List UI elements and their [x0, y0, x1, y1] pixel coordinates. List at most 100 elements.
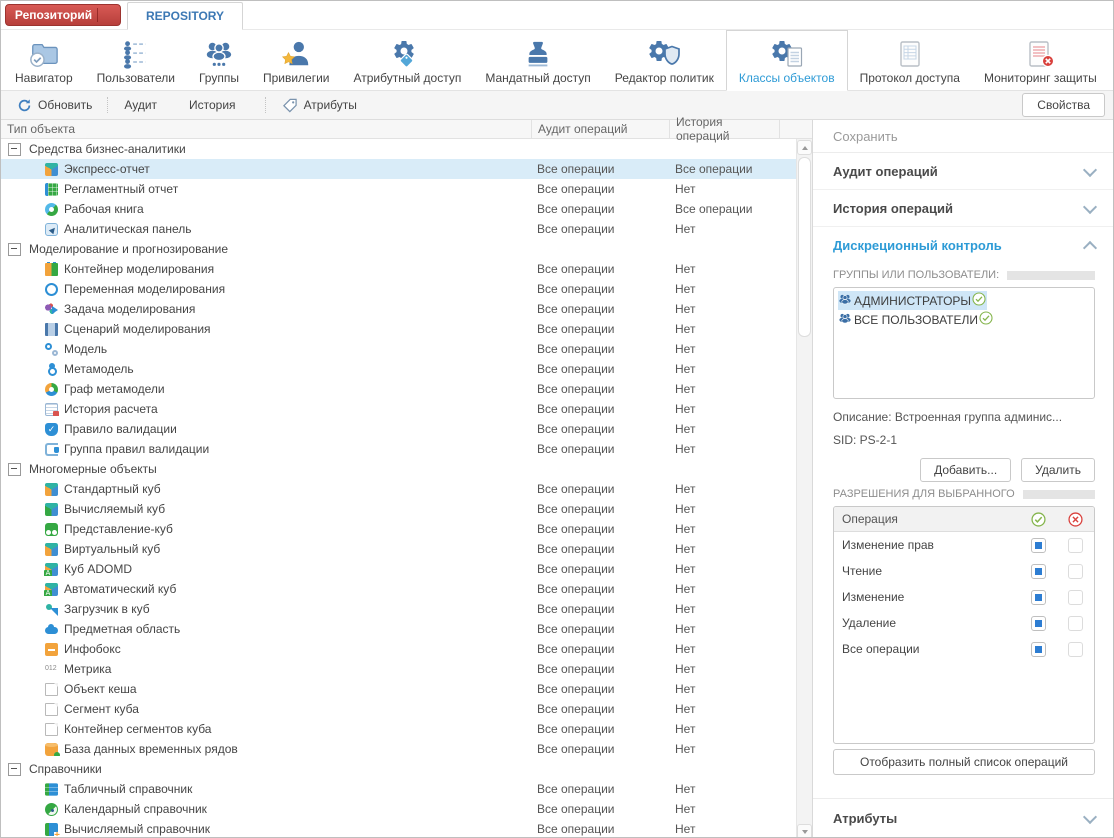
allow-checkbox[interactable] [1031, 590, 1046, 605]
scroll-down-button[interactable] [797, 824, 812, 838]
ribbon-item-label: Протокол доступа [860, 71, 960, 85]
deny-checkbox[interactable] [1068, 564, 1083, 579]
tree-category-row[interactable]: Средства бизнес-аналитики [1, 139, 796, 159]
group-list-item[interactable]: ВСЕ ПОЛЬЗОВАТЕЛИ [838, 310, 994, 329]
ribbon-item-label: Мониторинг защиты [984, 71, 1097, 85]
tree-item-row[interactable]: Табличный справочникВсе операцииНет [1, 779, 796, 799]
allow-checkbox[interactable] [1031, 616, 1046, 631]
tree-item-row[interactable]: МетамодельВсе операцииНет [1, 359, 796, 379]
ribbon-item-policy-editor[interactable]: Редактор политик [603, 30, 726, 90]
ribbon-item-privileges[interactable]: Привилегии [251, 30, 342, 90]
tree-item-row[interactable]: История расчетаВсе операцииНет [1, 399, 796, 419]
tree-item-row[interactable]: Контейнер сегментов кубаВсе операцииНет [1, 719, 796, 739]
workbook-icon [45, 203, 58, 216]
collapse-toggle[interactable] [8, 463, 21, 476]
allow-checkbox[interactable] [1031, 538, 1046, 553]
group-name: АДМИНИСТРАТОРЫ [854, 294, 971, 308]
deny-checkbox[interactable] [1068, 538, 1083, 553]
tree-item-row[interactable]: Куб ADOMDВсе операцииНет [1, 559, 796, 579]
tree-item-row[interactable]: Контейнер моделированияВсе операцииНет [1, 259, 796, 279]
mandatory-access-icon [519, 39, 557, 69]
tree-item-row[interactable]: Виртуальный кубВсе операцииНет [1, 539, 796, 559]
tree-item-row[interactable]: Загрузчик в кубВсе операцииНет [1, 599, 796, 619]
audit-dropdown[interactable]: Аудит [116, 95, 179, 115]
ribbon-item-mandatory-access[interactable]: Мандатный доступ [473, 30, 602, 90]
deny-checkbox[interactable] [1068, 642, 1083, 657]
collapse-toggle[interactable] [8, 763, 21, 776]
tree-item-row[interactable]: База данных временных рядовВсе операцииН… [1, 739, 796, 759]
tree-item-row[interactable]: ИнфобоксВсе операцииНет [1, 639, 796, 659]
repository-menu-button[interactable]: Репозиторий [5, 4, 121, 26]
history-dropdown[interactable]: История [181, 95, 258, 115]
scrollbar-thumb[interactable] [798, 157, 811, 337]
ribbon-item-security-monitoring[interactable]: Мониторинг защиты [972, 30, 1109, 90]
show-full-operation-list-button[interactable]: Отобразить полный список операций [833, 749, 1095, 775]
tree-category-row[interactable]: Моделирование и прогнозирование [1, 239, 796, 259]
properties-button[interactable]: Свойства [1022, 93, 1105, 117]
section-audit-operations[interactable]: Аудит операций [813, 153, 1113, 190]
column-menu-button[interactable] [779, 120, 796, 138]
tree-item-row[interactable]: Вычисляемый кубВсе операцииНет [1, 499, 796, 519]
refresh-button[interactable]: Обновить [9, 95, 100, 116]
tree-item-row[interactable]: Календарный справочникВсе операцииНет [1, 799, 796, 819]
cell-audit-operations: Все операции [531, 542, 669, 556]
metamodel-graph-icon [45, 383, 58, 396]
collapse-toggle[interactable] [8, 143, 21, 156]
tree-item-row[interactable]: Вычисляемый справочникВсе операцииНет [1, 819, 796, 838]
section-attributes[interactable]: Атрибуты [813, 798, 1113, 838]
groups-listbox[interactable]: АДМИНИСТРАТОРЫ ВСЕ ПОЛЬЗОВАТЕЛИ [833, 287, 1095, 399]
ribbon-item-attribute-access[interactable]: Атрибутный доступ [342, 30, 474, 90]
tree-item-row[interactable]: Переменная моделированияВсе операцииНет [1, 279, 796, 299]
deny-checkbox[interactable] [1068, 590, 1083, 605]
tree-item-row[interactable]: Сегмент кубаВсе операцииНет [1, 699, 796, 719]
column-header-history[interactable]: История операций [669, 120, 779, 138]
attributes-button[interactable]: Атрибуты [274, 95, 365, 116]
group-list-item[interactable]: АДМИНИСТРАТОРЫ [838, 291, 987, 310]
ribbon-item-service[interactable]: Сервис [1109, 30, 1114, 90]
tree-item-row[interactable]: Граф метамоделиВсе операцииНет [1, 379, 796, 399]
permission-row: Изменение [834, 584, 1094, 610]
tree-item-row[interactable]: Предметная областьВсе операцииНет [1, 619, 796, 639]
tree-item-row[interactable]: Объект кешаВсе операцииНет [1, 679, 796, 699]
tree-item-row[interactable]: Сценарий моделированияВсе операцииНет [1, 319, 796, 339]
collapse-toggle[interactable] [8, 243, 21, 256]
tree-item-row[interactable]: Автоматический кубВсе операцииНет [1, 579, 796, 599]
allow-checkbox[interactable] [1031, 564, 1046, 579]
ribbon-item-object-classes[interactable]: Классы объектов [726, 30, 848, 91]
column-header-type[interactable]: Тип объекта [1, 120, 531, 138]
deny-checkbox[interactable] [1068, 616, 1083, 631]
ribbon-item-label: Группы [199, 71, 239, 85]
tree-item-row[interactable]: Регламентный отчетВсе операцииНет [1, 179, 796, 199]
tree-item-row[interactable]: МодельВсе операцииНет [1, 339, 796, 359]
ribbon-item-access-protocol[interactable]: Протокол доступа [848, 30, 972, 90]
save-button[interactable]: Сохранить [813, 120, 1113, 153]
column-header-audit[interactable]: Аудит операций [531, 120, 669, 138]
tree-item-row[interactable]: Экспресс-отчетВсе операцииВсе операции [1, 159, 796, 179]
add-button[interactable]: Добавить... [920, 458, 1011, 482]
object-type-label: Многомерные объекты [29, 462, 157, 476]
allow-checkbox[interactable] [1031, 642, 1046, 657]
section-history-operations[interactable]: История операций [813, 190, 1113, 227]
delete-button[interactable]: Удалить [1021, 458, 1095, 482]
tab-repository[interactable]: REPOSITORY [127, 2, 243, 30]
object-type-label: Сценарий моделирования [64, 322, 211, 336]
tree-item-row[interactable]: Правило валидацииВсе операцииНет [1, 419, 796, 439]
tree-item-row[interactable]: Представление-кубВсе операцииНет [1, 519, 796, 539]
tree-item-row[interactable]: Стандартный кубВсе операцииНет [1, 479, 796, 499]
scroll-up-button[interactable] [797, 140, 812, 155]
tree-item-row[interactable]: Аналитическая панельВсе операцииНет [1, 219, 796, 239]
tree-item-row[interactable]: Задача моделированияВсе операцииНет [1, 299, 796, 319]
vertical-scrollbar[interactable] [796, 139, 812, 838]
section-discretionary-control[interactable]: Дискреционный контроль [813, 227, 1113, 263]
tree-category-row[interactable]: Многомерные объекты [1, 459, 796, 479]
ribbon-item-groups[interactable]: Группы [187, 30, 251, 90]
virtual-cube-icon [45, 543, 58, 556]
tree-category-row[interactable]: Справочники [1, 759, 796, 779]
tree-item-row[interactable]: Рабочая книгаВсе операцииВсе операции [1, 199, 796, 219]
ribbon-item-users[interactable]: Пользователи [85, 30, 187, 90]
tree-item-row[interactable]: МетрикаВсе операцииНет [1, 659, 796, 679]
ribbon-item-navigator[interactable]: Навигатор [3, 30, 85, 90]
tree-rows: Средства бизнес-аналитикиЭкспресс-отчетВ… [1, 139, 796, 838]
object-classes-grid: Тип объекта Аудит операций История опера… [1, 120, 813, 838]
tree-item-row[interactable]: Группа правил валидацииВсе операцииНет [1, 439, 796, 459]
